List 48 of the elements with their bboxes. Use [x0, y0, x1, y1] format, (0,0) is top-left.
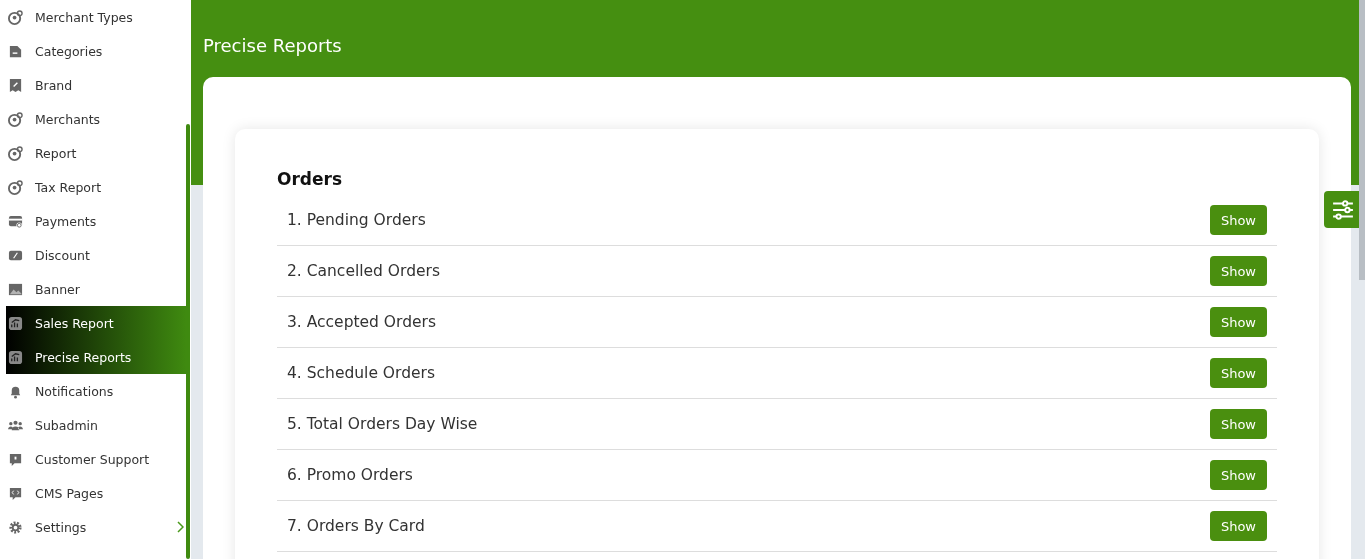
- image-icon: [8, 281, 23, 297]
- scrollbar[interactable]: [1359, 0, 1365, 280]
- sidebar-item[interactable]: Subadmin: [6, 408, 186, 442]
- user-gear-icon: [8, 145, 23, 161]
- sidebar-item[interactable]: Merchants: [6, 102, 186, 136]
- report-name: 1. Pending Orders: [287, 211, 426, 229]
- report-name: 4. Schedule Orders: [287, 364, 435, 382]
- chart-icon: [8, 349, 23, 365]
- report-name: 2. Cancelled Orders: [287, 262, 440, 280]
- document-icon: [8, 43, 23, 59]
- report-name: 6. Promo Orders: [287, 466, 413, 484]
- sidebar-item[interactable]: CMS Pages: [6, 476, 186, 510]
- show-button[interactable]: Show: [1209, 409, 1267, 439]
- sidebar-item[interactable]: Sales Report: [6, 306, 186, 340]
- sidebar-item[interactable]: Precise Reports: [6, 340, 186, 374]
- sidebar-item[interactable]: Discount: [6, 238, 186, 272]
- sidebar-item[interactable]: Brand: [6, 68, 186, 102]
- sidebar-item[interactable]: Banner: [6, 272, 186, 306]
- user-gear-icon: [8, 179, 23, 195]
- section-title: Orders: [277, 169, 344, 191]
- sidebar-item[interactable]: Report: [6, 136, 186, 170]
- sidebar-item[interactable]: Merchant Types: [6, 0, 186, 34]
- sidebar-item[interactable]: Categories: [6, 34, 186, 68]
- sidebar-item[interactable]: Settings: [6, 510, 186, 544]
- code-icon: [8, 485, 23, 501]
- sidebar-item[interactable]: Notifications: [6, 374, 186, 408]
- report-name: 7. Orders By Card: [287, 517, 425, 535]
- show-button[interactable]: Show: [1209, 358, 1267, 388]
- user-gear-icon: [8, 9, 23, 25]
- show-button[interactable]: Show: [1209, 205, 1267, 235]
- chart-icon: [8, 315, 23, 331]
- sliders-icon: [1331, 198, 1354, 221]
- show-button[interactable]: Show: [1209, 511, 1267, 541]
- user-gear-icon: [8, 111, 23, 127]
- bookmark-icon: [8, 77, 23, 93]
- show-button[interactable]: Show: [1209, 256, 1267, 286]
- show-button[interactable]: Show: [1209, 460, 1267, 490]
- page-title: Precise Reports: [202, 34, 343, 58]
- sidebar-item[interactable]: Customer Support: [6, 442, 186, 476]
- gear-icon: [8, 519, 23, 535]
- help-icon: [8, 451, 23, 467]
- show-button[interactable]: Show: [1209, 307, 1267, 337]
- report-name: 3. Accepted Orders: [287, 313, 436, 331]
- sidebar-item[interactable]: Tax Report: [6, 170, 186, 204]
- sidebar-item[interactable]: Payments: [6, 204, 186, 238]
- report-name: 5. Total Orders Day Wise: [287, 415, 478, 433]
- card-icon: [8, 213, 23, 229]
- settings-button[interactable]: [1324, 191, 1361, 228]
